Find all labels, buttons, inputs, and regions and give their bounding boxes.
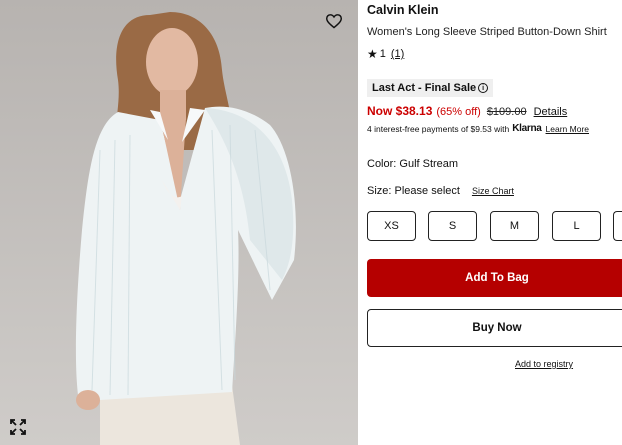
sale-price: Now $38.13 (367, 104, 433, 118)
expand-image-button[interactable] (10, 419, 30, 439)
star-icon: ★ (367, 47, 378, 61)
brand-name[interactable]: Calvin Klein (367, 3, 439, 17)
original-price: $109.00 (486, 106, 527, 118)
size-option-s[interactable]: S (428, 211, 477, 241)
size-option-more[interactable] (613, 211, 622, 241)
product-details: Calvin Klein Women's Long Sleeve Striped… (367, 0, 622, 445)
klarna-learn-more-link[interactable]: Learn More (546, 124, 589, 134)
product-image-panel (0, 0, 358, 445)
size-option-xs[interactable]: XS (367, 211, 416, 241)
discount-percent: (65% off) (436, 106, 481, 118)
size-row: Size: Please select Size Chart (367, 185, 514, 197)
buy-now-button[interactable]: Buy Now (367, 309, 622, 347)
final-sale-badge: Last Act - Final Sale i (367, 79, 494, 97)
add-to-registry-link[interactable]: Add to registry (515, 359, 573, 369)
size-label: Size: Please select (367, 185, 460, 197)
badge-label: Last Act - Final Sale (372, 82, 477, 94)
selected-color: Color: Gulf Stream (367, 158, 459, 170)
add-to-bag-button[interactable]: Add To Bag (367, 259, 622, 297)
info-icon[interactable]: i (478, 83, 489, 93)
wishlist-button[interactable] (322, 10, 346, 32)
size-option-l[interactable]: L (552, 211, 601, 241)
size-option-m[interactable]: M (490, 211, 539, 241)
product-title: Women's Long Sleeve Striped Button-Down … (367, 26, 607, 38)
rating: ★ 1 (1) (367, 47, 404, 61)
size-chart-link[interactable]: Size Chart (472, 186, 514, 196)
klarna-logo: Klarna (512, 123, 542, 134)
price-row: Now $38.13 (65% off) $109.00 Details (367, 104, 567, 118)
price-details-link[interactable]: Details (534, 106, 568, 118)
klarna-text: 4 interest-free payments of $9.53 with (367, 123, 510, 134)
heart-outline-icon (325, 14, 343, 29)
product-photo[interactable] (0, 0, 358, 445)
klarna-row: 4 interest-free payments of $9.53 with K… (367, 123, 589, 134)
expand-arrows-icon (10, 419, 26, 435)
rating-value: 1 (379, 48, 386, 60)
review-count-link[interactable]: (1) (391, 48, 404, 60)
